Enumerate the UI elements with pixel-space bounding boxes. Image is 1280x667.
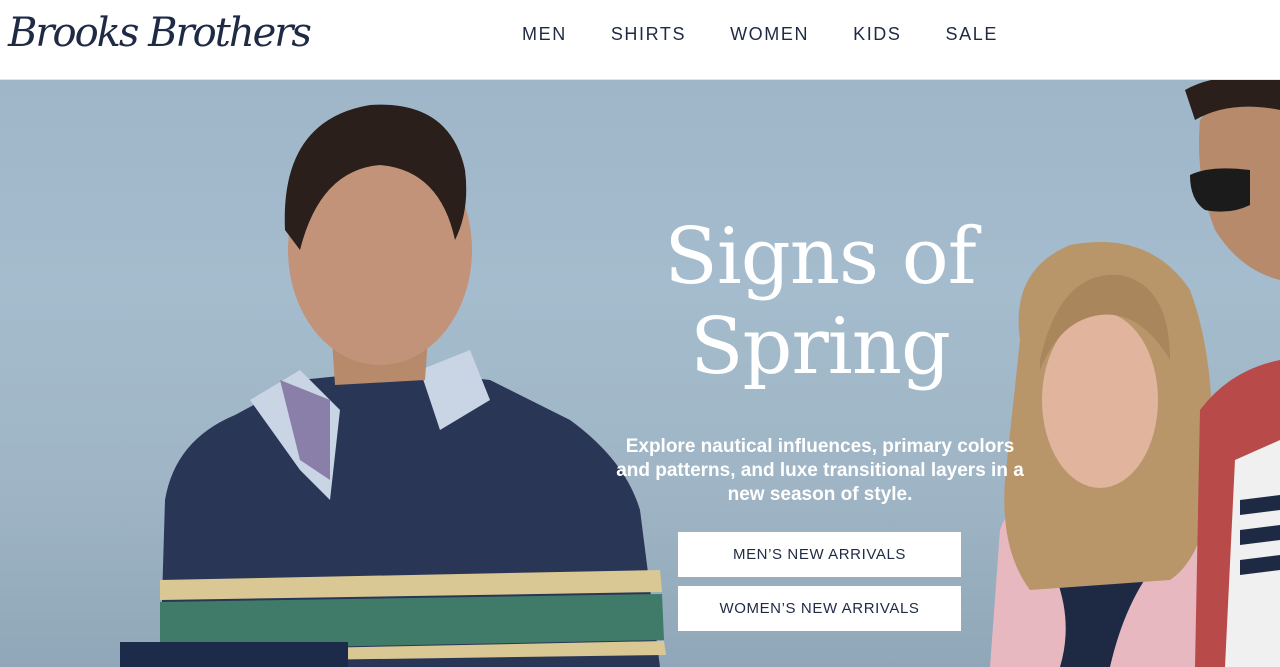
nav-item-men[interactable]: MEN xyxy=(500,22,589,46)
hero-banner[interactable]: Signs of Spring Explore nautical influen… xyxy=(0,80,1280,667)
nav-item-kids[interactable]: KIDS xyxy=(831,22,923,46)
womens-new-arrivals-button[interactable]: WOMEN’S NEW ARRIVALS xyxy=(678,586,961,631)
promo-tab[interactable] xyxy=(120,642,348,667)
main-nav: MEN SHIRTS WOMEN KIDS SALE xyxy=(500,22,1020,46)
nav-item-women[interactable]: WOMEN xyxy=(708,22,831,46)
hero-headline-line1: Signs of xyxy=(664,212,976,302)
mens-new-arrivals-button[interactable]: MEN’S NEW ARRIVALS xyxy=(678,532,961,577)
nav-item-shirts[interactable]: SHIRTS xyxy=(589,22,708,46)
hero-headline: Signs of Spring xyxy=(600,212,1040,392)
site-header: Brooks Brothers MEN SHIRTS WOMEN KIDS SA… xyxy=(0,0,1280,80)
nav-item-sale[interactable]: SALE xyxy=(924,22,1020,46)
brand-logo[interactable]: Brooks Brothers xyxy=(8,10,312,56)
hero-description: Explore nautical influences, primary col… xyxy=(616,436,1024,505)
hero-headline-line2: Spring xyxy=(690,302,951,392)
